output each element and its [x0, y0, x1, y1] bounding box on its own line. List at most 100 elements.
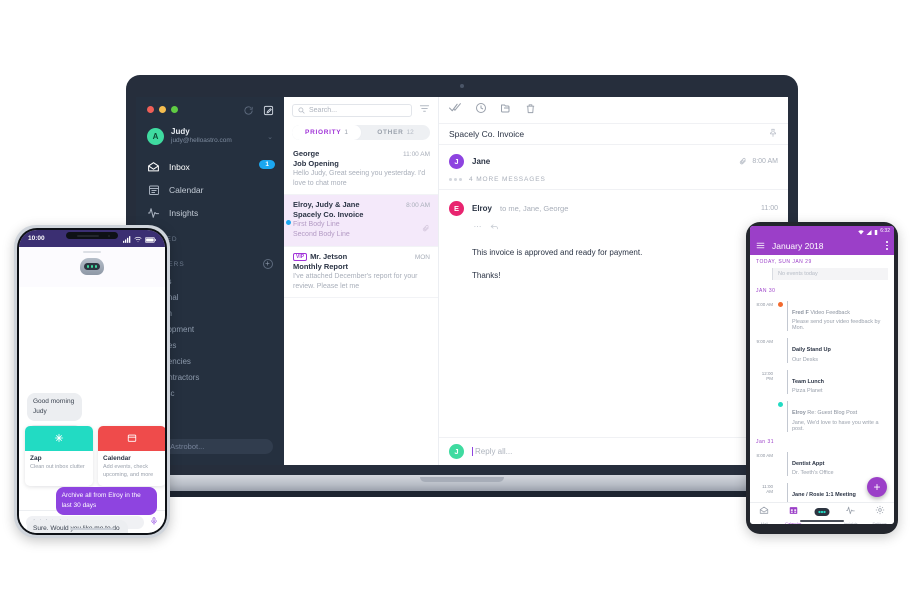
- calendar-event[interactable]: 12:00 PM Team Lunch Pizza Planet: [750, 366, 894, 398]
- event-detail: Daily Stand Up Our Desks: [787, 338, 888, 363]
- sidebar-item-insights[interactable]: Insights: [136, 201, 284, 224]
- card-title: Zap: [30, 455, 42, 462]
- card-banner: [98, 426, 165, 451]
- suggestion-card-calendar[interactable]: Calendar Add events, check upcoming, and…: [98, 426, 165, 486]
- message-paragraph: Thanks!: [472, 270, 501, 280]
- message-sender: Elroy, Judy & Jane: [293, 200, 360, 210]
- nav-item-settings[interactable]: Settings: [865, 503, 894, 524]
- phone-device-left: 10:00 Good morning Judy Zap Clean out in…: [14, 225, 170, 538]
- tab-count: 1: [344, 129, 348, 136]
- reply-bar: J Reply all...: [439, 437, 788, 465]
- event-time: 9:00 AM: [756, 339, 773, 344]
- status-bar: 6:32: [750, 226, 894, 236]
- message-sender: George: [293, 149, 320, 158]
- sidebar-item-calendar[interactable]: Calendar: [136, 178, 284, 201]
- speaker-icon: [77, 234, 99, 237]
- zap-sparkle-icon: [54, 430, 64, 448]
- event-dot-placeholder: [777, 483, 783, 484]
- vip-badge: VIP: [293, 252, 308, 261]
- home-indicator[interactable]: [70, 527, 114, 530]
- kebab-menu-icon[interactable]: [886, 241, 888, 250]
- event-dot-icon: [777, 301, 783, 307]
- event-time: 12:00 PM: [761, 370, 773, 381]
- calendar-event[interactable]: Elroy Re: Guest Blog Post Jane, We'd lov…: [750, 398, 894, 436]
- paperclip-icon: [739, 157, 747, 167]
- sidebar-item-label: Calendar: [169, 184, 204, 195]
- tab-other[interactable]: OTHER 12: [361, 125, 430, 140]
- drag-handle[interactable]: [83, 251, 101, 253]
- message-time: 11:00: [761, 205, 778, 212]
- maximize-window-icon[interactable]: [171, 106, 178, 113]
- nav-item-mail[interactable]: Mail: [750, 503, 779, 524]
- chat-messages: Archive all from Elroy in the last 30 da…: [27, 487, 157, 533]
- mark-done-button[interactable]: [449, 101, 462, 119]
- snooze-button[interactable]: [475, 101, 487, 119]
- calendar-grid-icon: [789, 502, 798, 520]
- add-folder-button[interactable]: +: [263, 259, 273, 270]
- chevron-down-icon[interactable]: ⌄: [267, 133, 273, 141]
- message-time: MON: [414, 253, 430, 261]
- message-subject: Job Opening: [293, 159, 339, 168]
- sidebar-item-inbox[interactable]: Inbox 1: [136, 155, 284, 178]
- move-to-folder-button[interactable]: [500, 101, 512, 119]
- calendar-event[interactable]: 9:00 AM Daily Stand Up Our Desks: [750, 335, 894, 367]
- event-subtitle: Dr. Teeth's Office: [792, 470, 834, 476]
- more-messages-toggle[interactable]: 4 MORE MESSAGES: [439, 169, 788, 190]
- search-icon: [298, 101, 305, 119]
- wifi-icon: [134, 230, 142, 248]
- message-actions: [439, 216, 788, 236]
- event-title: Daily Stand Up: [792, 347, 831, 353]
- calendar-event[interactable]: 8:00 AM Dentist Appt Dr. Teeth's Office: [750, 448, 894, 480]
- message-time: 8:00 AM: [752, 158, 778, 165]
- event-time: [756, 401, 773, 402]
- event-detail: Fred F Video Feedback Please send your v…: [787, 300, 888, 331]
- add-event-fab[interactable]: +: [867, 477, 887, 497]
- card-text: Zap Clean out inbox clutter: [25, 451, 93, 477]
- page-title: Spacely Co. Invoice: [449, 129, 525, 139]
- nav-label: Mail: [760, 520, 769, 525]
- tab-priority[interactable]: PRIORITY 1: [292, 125, 361, 140]
- event-subtitle: Pizza Planet: [792, 388, 823, 394]
- tab-label: PRIORITY: [305, 129, 342, 136]
- page-title: January 2018: [772, 240, 824, 251]
- message-list-item[interactable]: George 11:00 AM Job Opening Hello Judy, …: [284, 144, 438, 196]
- astrobot-chat-app: 10:00 Good morning Judy Zap Clean out in…: [19, 230, 165, 533]
- empty-day-label: No events today: [772, 268, 888, 280]
- reply-arrow-icon[interactable]: [489, 218, 500, 236]
- desktop-mail-app: A Judy judy@helloastro.com ⌄ Inbox 1 Cal…: [136, 97, 788, 465]
- hamburger-menu-icon[interactable]: [756, 237, 765, 255]
- reply-input[interactable]: Reply all...: [472, 447, 512, 456]
- message-list-item[interactable]: Elroy, Judy & Jane 8:00 AM Spacely Co. I…: [284, 195, 438, 247]
- suggestion-card-zap[interactable]: Zap Clean out inbox clutter: [25, 426, 93, 486]
- account-switcher[interactable]: A Judy judy@helloastro.com ⌄: [136, 113, 284, 145]
- close-window-icon[interactable]: [147, 106, 154, 113]
- event-title-extra: Re: Guest Blog Post: [807, 410, 858, 416]
- search-input[interactable]: Search...: [292, 101, 412, 119]
- message-list-item[interactable]: VIP Mr. Jetson MON Monthly Report I've at…: [284, 247, 438, 298]
- astrobot-visor: [84, 263, 100, 270]
- message-meta: 8:00 AM: [739, 157, 778, 167]
- calendar-agenda-list[interactable]: TODAY, SUN JAN 29 No events today JAN 30…: [750, 255, 894, 502]
- message-subject: Monthly Report: [293, 261, 348, 271]
- home-indicator[interactable]: [800, 520, 844, 522]
- card-banner: [25, 426, 93, 451]
- card-subtitle: Clean out inbox clutter: [30, 464, 85, 470]
- collapsed-message-header[interactable]: J Jane 8:00 AM: [439, 145, 788, 169]
- battery-icon: [144, 230, 156, 248]
- pin-icon[interactable]: [768, 125, 778, 143]
- more-ellipsis-icon[interactable]: [472, 218, 483, 236]
- app-bar: January 2018: [750, 236, 894, 255]
- calendar-event[interactable]: 8:00 AM Fred F Video Feedback Please sen…: [750, 297, 894, 335]
- day-header: TODAY, SUN JAN 29: [756, 259, 812, 265]
- signal-bars-icon: [123, 230, 131, 248]
- calendar-icon: [127, 430, 137, 448]
- filter-icon[interactable]: [419, 101, 430, 119]
- card-title: Calendar: [103, 455, 131, 462]
- message-sender: Jane: [472, 157, 491, 166]
- paperclip-icon: [422, 219, 430, 237]
- ellipsis-icon: [449, 178, 462, 181]
- delete-button[interactable]: [525, 101, 536, 119]
- message-toolbar: [439, 97, 788, 123]
- event-dot-placeholder: [777, 338, 783, 339]
- minimize-window-icon[interactable]: [159, 106, 166, 113]
